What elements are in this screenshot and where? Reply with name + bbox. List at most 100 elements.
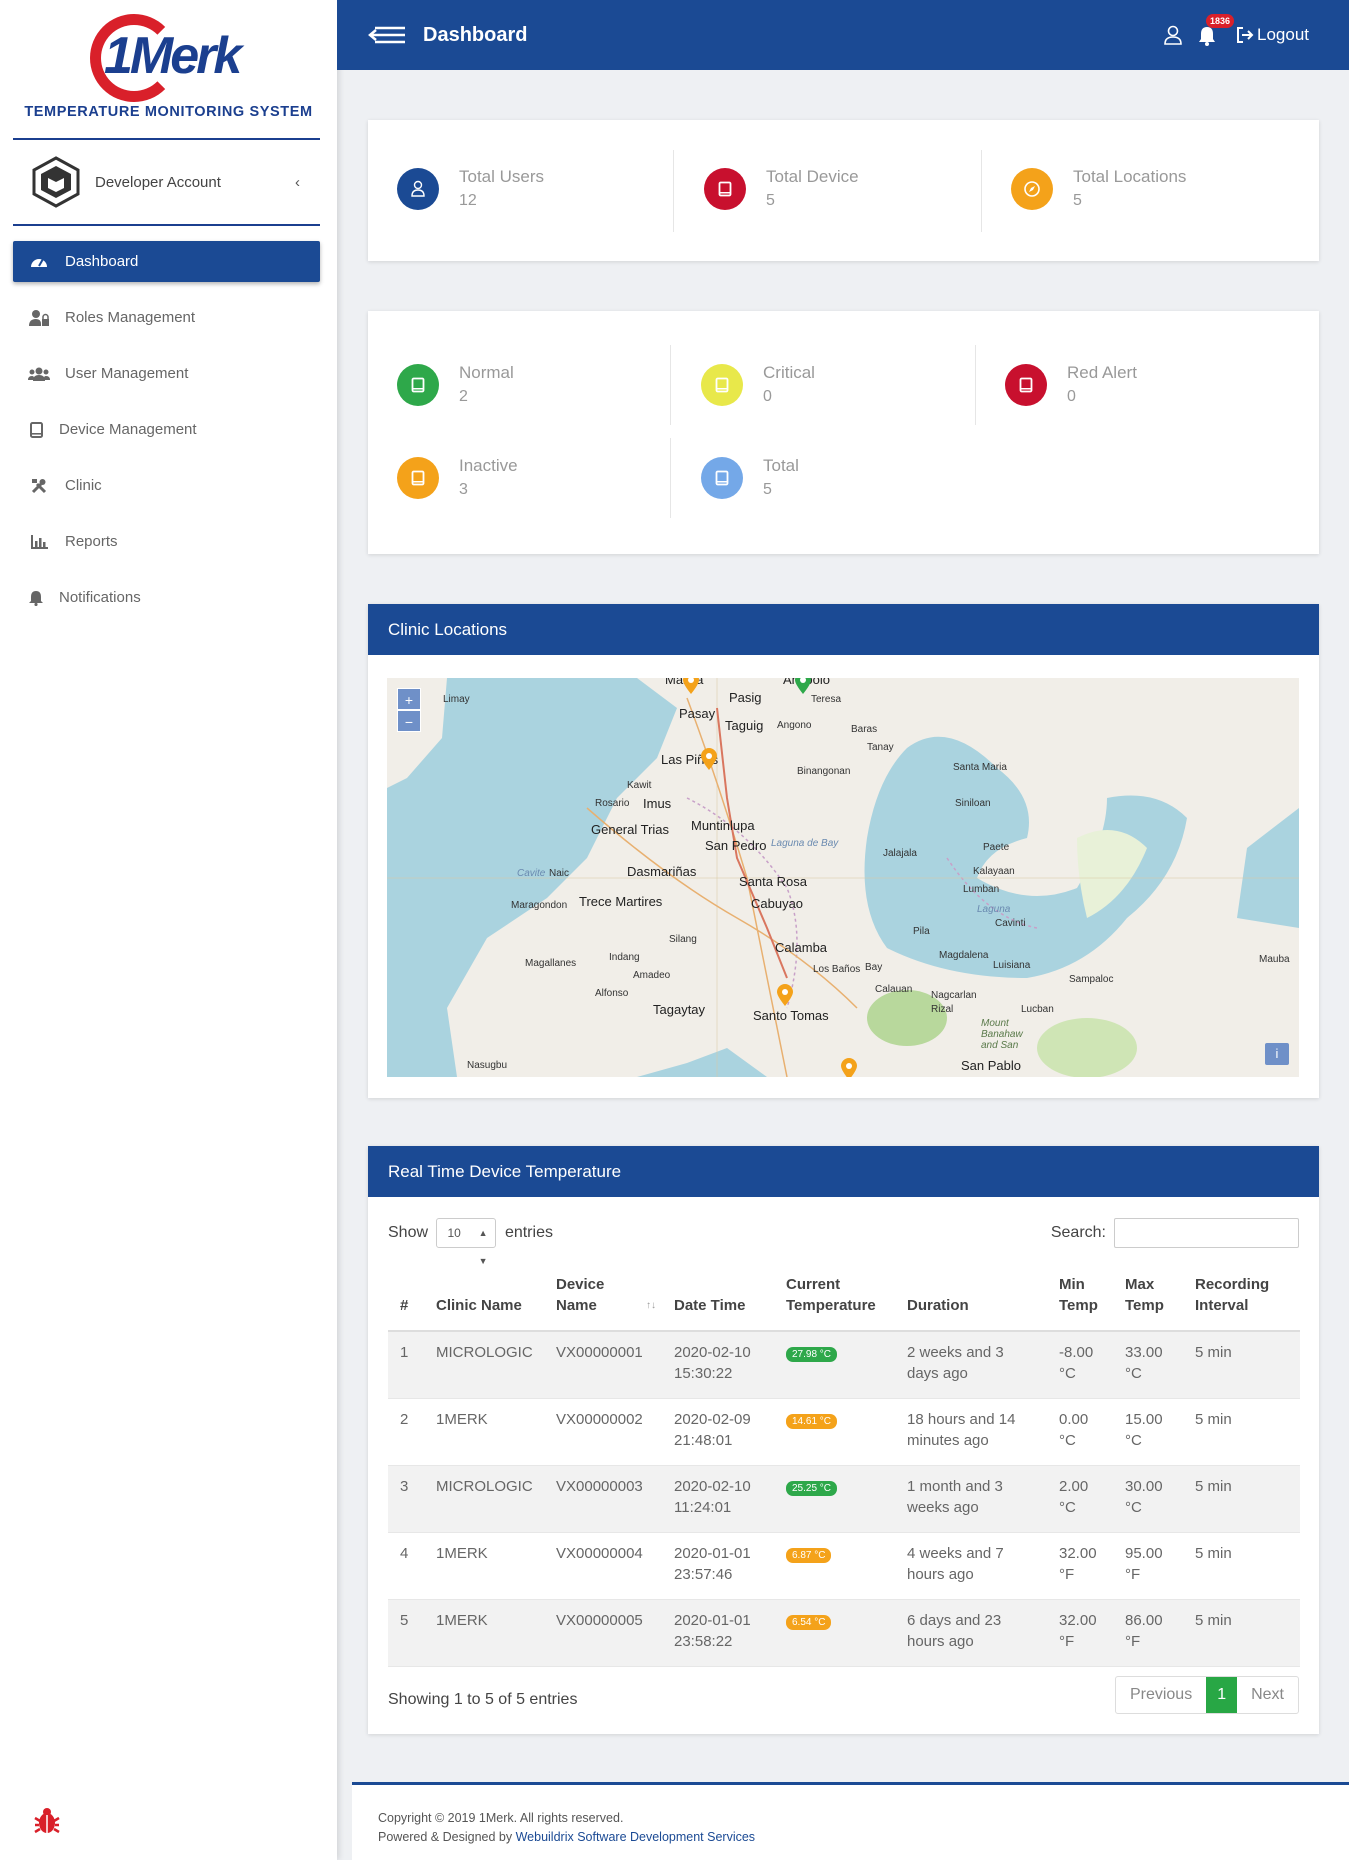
logout-label: Logout <box>1257 25 1309 44</box>
map-label: Paete <box>983 842 1010 853</box>
map-label: Santa Maria <box>953 762 1007 773</box>
search-input[interactable] <box>1114 1218 1299 1248</box>
map-label: Trece Martires <box>579 894 663 909</box>
map-label: Luisiana <box>993 960 1031 971</box>
tablet-icon <box>397 363 439 406</box>
map-pin-icon[interactable] <box>683 678 699 694</box>
chevron-left-icon[interactable]: ‹ <box>295 174 300 191</box>
compass-icon <box>1011 167 1053 210</box>
recording-interval: 5 min <box>1183 1331 1300 1399</box>
divider <box>670 345 671 425</box>
previous-page-button[interactable]: Previous <box>1116 1677 1206 1713</box>
sidebar-item-clinic[interactable]: Clinic <box>13 465 320 506</box>
bell-icon <box>27 589 45 607</box>
tablet-icon <box>1005 363 1047 406</box>
notification-count-badge: 1836 <box>1206 14 1235 28</box>
map-pin-icon[interactable] <box>777 984 793 1006</box>
map-pin-icon[interactable] <box>795 678 811 694</box>
tablet-icon <box>27 421 45 439</box>
sidebar-item-devices[interactable]: Device Management <box>13 409 320 450</box>
tablet-icon <box>701 456 743 499</box>
developer-link[interactable]: Webuildrix Software Development Services <box>516 1830 755 1844</box>
map-label: San Pablo <box>961 1058 1021 1073</box>
map-label: Magallanes <box>525 958 577 969</box>
duration: 1 month and 3 weeks ago <box>895 1465 1047 1533</box>
column-header[interactable]: Date Time <box>662 1262 774 1332</box>
column-header[interactable]: # <box>388 1262 424 1332</box>
stat-label: Total Device <box>766 167 859 186</box>
bug-report-icon[interactable] <box>32 1806 62 1836</box>
tablet-icon <box>704 167 746 210</box>
zoom-out-button[interactable]: − <box>397 710 421 732</box>
page-button-1[interactable]: 1 <box>1206 1677 1238 1713</box>
notifications-button[interactable]: 1836 <box>1198 14 1235 46</box>
logout-button[interactable]: Logout <box>1236 25 1309 45</box>
map-pin-icon[interactable] <box>701 748 717 770</box>
user-profile-icon[interactable] <box>1164 25 1182 45</box>
map-label: Pasig <box>729 690 762 705</box>
map-label: Teresa <box>811 694 842 705</box>
column-header[interactable]: Duration <box>895 1262 1047 1332</box>
map-info-button[interactable]: i <box>1265 1043 1289 1065</box>
column-header[interactable]: Device Name ↑↓ <box>544 1262 662 1332</box>
clinic-locations-card: Clinic Locations + − Manila Pasig Antipo… <box>368 604 1319 1098</box>
table-row: 1 MICROLOGIC VX00000001 2020-02-10 15:30:22… <box>388 1331 1300 1399</box>
account-cube-icon <box>32 156 80 208</box>
sidebar-item-users[interactable]: User Management <box>13 353 320 394</box>
menu-toggle-icon[interactable] <box>367 23 407 47</box>
row-number: 3 <box>388 1465 424 1533</box>
recording-interval: 5 min <box>1183 1599 1300 1667</box>
column-header[interactable]: Max Temp <box>1113 1262 1183 1332</box>
sidebar-item-label: Dashboard <box>65 253 139 270</box>
map-label: Los Baños <box>813 964 861 975</box>
clinic-map[interactable]: + − Manila Pasig Antipolo Teresa Pasay T… <box>387 678 1299 1077</box>
temperature-badge: 25.25 °C <box>786 1480 838 1496</box>
column-header-label: Device Name <box>556 1276 605 1314</box>
column-header[interactable]: Min Temp <box>1047 1262 1113 1332</box>
account-toggle[interactable]: Developer Account ‹ <box>13 140 320 224</box>
sidebar-item-reports[interactable]: Reports <box>13 521 320 562</box>
divider <box>981 150 982 232</box>
map-label: Pila <box>913 926 930 937</box>
map-label: Binangonan <box>797 766 851 777</box>
map-label: Pasay <box>679 706 716 721</box>
device-status-card: Normal 2 Critical 0 Red Alert 0 Inactive… <box>368 311 1319 554</box>
stat-value: 3 <box>459 481 468 498</box>
recording-interval: 5 min <box>1183 1398 1300 1466</box>
column-header[interactable]: Current Temperature <box>774 1262 895 1332</box>
tablet-icon <box>397 456 439 499</box>
column-header[interactable]: Recording Interval <box>1183 1262 1300 1332</box>
duration: 6 days and 23 hours ago <box>895 1599 1047 1667</box>
page-title: Dashboard <box>423 23 528 46</box>
stat-label: Total Users <box>459 167 545 186</box>
sidebar-item-roles[interactable]: Roles Management <box>13 297 320 338</box>
stat-label: Critical <box>763 363 815 382</box>
page-length-select[interactable]: 10 ▲ ▼ <box>436 1218 497 1266</box>
stat-value: 5 <box>763 481 772 498</box>
zoom-in-button[interactable]: + <box>397 688 421 710</box>
temperature-badge: 6.87 °C <box>786 1547 832 1563</box>
max-temp: 33.00 °C <box>1113 1331 1183 1399</box>
map-label: Cavinti <box>995 918 1026 929</box>
table-row: 3 MICROLOGIC VX00000003 2020-02-10 11:24:01… <box>388 1465 1300 1533</box>
map-label: General Trias <box>591 822 670 837</box>
next-page-button[interactable]: Next <box>1237 1677 1298 1713</box>
stat-label: Normal <box>459 363 514 382</box>
map-pin-icon[interactable] <box>841 1058 857 1077</box>
map-label: Siniloan <box>955 798 991 809</box>
map-label: Calamba <box>775 940 828 955</box>
sort-icon: ↑↓ <box>646 1300 656 1311</box>
stat-value: 5 <box>1073 192 1082 209</box>
column-header[interactable]: Clinic Name <box>424 1262 544 1332</box>
current-temperature: 6.54 °C <box>774 1599 895 1667</box>
current-temperature: 14.61 °C <box>774 1398 895 1466</box>
sign-out-icon <box>1237 27 1254 43</box>
stat-label: Inactive <box>459 456 518 475</box>
sidebar-item-dashboard[interactable]: Dashboard <box>13 241 320 282</box>
map-label: Dasmariñas <box>627 864 697 879</box>
brand-logo[interactable]: 1Merk TEMPERATURE MONITORING SYSTEM <box>0 0 337 135</box>
map-label: Cabuyao <box>751 896 804 911</box>
sidebar-item-notifications[interactable]: Notifications <box>13 577 320 618</box>
map-label: Tagaytay <box>653 1002 706 1017</box>
map-label: Angono <box>777 720 812 731</box>
